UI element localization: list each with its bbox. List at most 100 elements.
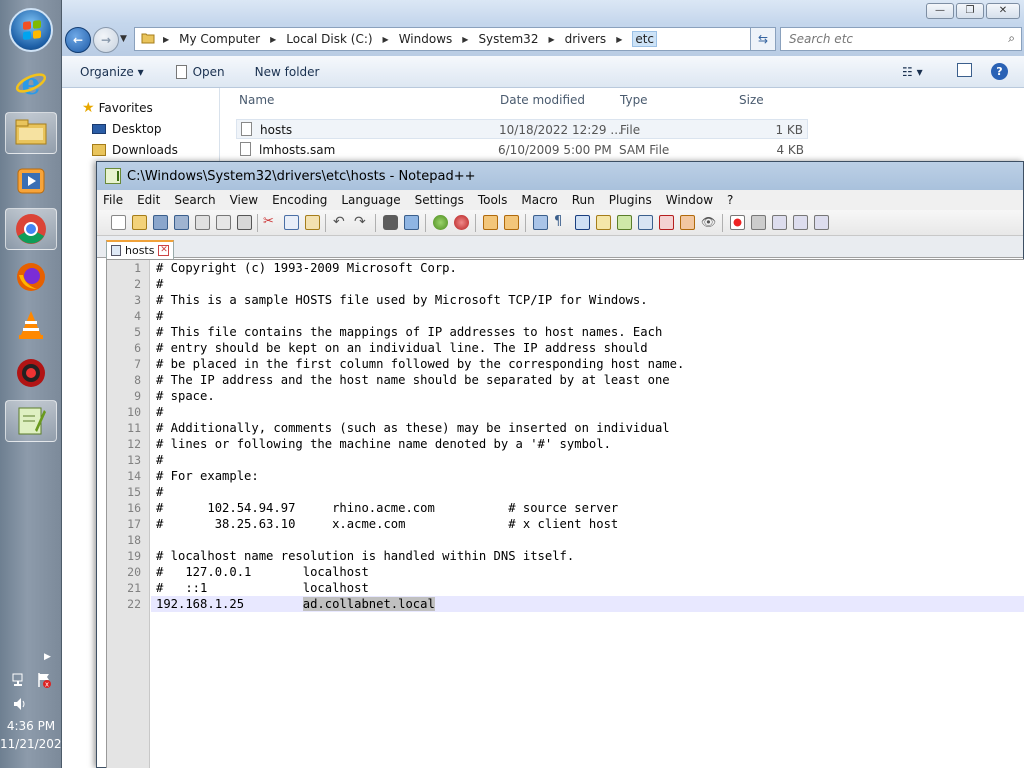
breadcrumb-system32[interactable]: System32	[478, 32, 538, 46]
favorites-header[interactable]: ★ Favorites	[82, 100, 153, 116]
menu-language[interactable]: Language	[341, 193, 400, 207]
folder-as-workspace-icon[interactable]	[680, 215, 695, 230]
close-button[interactable]: ✕	[986, 3, 1020, 19]
menu-encoding[interactable]: Encoding	[272, 193, 327, 207]
column-header-date[interactable]: Date modified	[500, 93, 585, 107]
breadcrumb-drivers[interactable]: drivers	[565, 32, 607, 46]
text-editor[interactable]: 1 2 3 4 5 6 7 8 9 10 11 12 13 14 15 16 17 18 19 20 21 22 # Co…	[106, 259, 1024, 768]
app-red-taskbar-icon[interactable]	[5, 352, 57, 394]
code-line[interactable]: # be placed in the first column followed…	[156, 356, 684, 372]
close-all-icon[interactable]	[216, 215, 231, 230]
maximize-button[interactable]: ❐	[956, 3, 984, 19]
search-input[interactable]: Search etc ⌕	[780, 27, 1022, 51]
code-line[interactable]: #	[156, 308, 163, 324]
breadcrumb-separator-icon[interactable]: ▶	[163, 35, 169, 44]
breadcrumb-separator-icon[interactable]: ▶	[548, 35, 554, 44]
recent-pages-dropdown-icon[interactable]: ▼	[120, 34, 127, 44]
back-button[interactable]: ←	[65, 27, 91, 53]
sync-horizontal-icon[interactable]	[504, 215, 519, 230]
tab-hosts[interactable]: hosts ✕	[106, 240, 175, 259]
network-tray-icon[interactable]	[10, 672, 30, 690]
redo-icon[interactable]: ↷	[354, 215, 369, 230]
media-player-taskbar-icon[interactable]	[5, 160, 57, 202]
code-line[interactable]: # Copyright (c) 1993-2009 Microsoft Corp…	[156, 260, 457, 276]
open-file-icon[interactable]	[132, 215, 147, 230]
stop-macro-icon[interactable]	[751, 215, 766, 230]
column-header-type[interactable]: Type	[620, 93, 648, 107]
menu-help[interactable]: ?	[727, 193, 733, 207]
code-line[interactable]: # ::1 localhost	[156, 580, 369, 596]
code-line[interactable]: # 102.54.94.97 rhino.acme.com # source s…	[156, 500, 618, 516]
find-icon[interactable]	[383, 215, 398, 230]
zoom-in-icon[interactable]	[433, 215, 448, 230]
column-header-size[interactable]: Size	[739, 93, 764, 107]
internet-explorer-taskbar-icon[interactable]: e	[5, 62, 57, 104]
chrome-taskbar-icon[interactable]	[5, 208, 57, 250]
cut-icon[interactable]: ✂	[263, 215, 278, 230]
menu-edit[interactable]: Edit	[137, 193, 160, 207]
breadcrumb-separator-icon[interactable]: ▶	[270, 35, 276, 44]
code-line[interactable]: # The IP address and the host name shoul…	[156, 372, 670, 388]
firefox-taskbar-icon[interactable]	[5, 256, 57, 298]
run-macro-multiple-icon[interactable]	[793, 215, 808, 230]
save-icon[interactable]	[153, 215, 168, 230]
menu-tools[interactable]: Tools	[478, 193, 508, 207]
preview-pane-icon[interactable]	[957, 63, 972, 77]
paste-icon[interactable]	[305, 215, 320, 230]
replace-icon[interactable]	[404, 215, 419, 230]
print-icon[interactable]	[237, 215, 252, 230]
word-wrap-icon[interactable]	[533, 215, 548, 230]
clock-date[interactable]: 11/21/2022	[0, 737, 69, 751]
breadcrumb-etc[interactable]: etc	[632, 31, 658, 47]
start-button[interactable]	[9, 8, 53, 52]
save-all-icon[interactable]	[174, 215, 189, 230]
code-line[interactable]: # This is a sample HOSTS file used by Mi…	[156, 292, 648, 308]
code-line[interactable]: # lines or following the machine name de…	[156, 436, 611, 452]
show-hidden-icons-arrow-icon[interactable]: ▶	[44, 652, 51, 662]
menu-run[interactable]: Run	[572, 193, 595, 207]
code-line[interactable]: # This file contains the mappings of IP …	[156, 324, 662, 340]
menu-file[interactable]: File	[103, 193, 123, 207]
sync-vertical-icon[interactable]	[483, 215, 498, 230]
code-line[interactable]: # For example:	[156, 468, 259, 484]
record-macro-icon[interactable]	[730, 215, 745, 230]
volume-tray-icon[interactable]	[10, 696, 30, 714]
code-line[interactable]: # space.	[156, 388, 215, 404]
code-line[interactable]: #	[156, 452, 163, 468]
user-language-icon[interactable]	[596, 215, 611, 230]
code-line[interactable]: #	[156, 404, 163, 420]
monitoring-icon[interactable]: 👁	[701, 215, 716, 230]
play-macro-icon[interactable]	[772, 215, 787, 230]
copy-icon[interactable]	[284, 215, 299, 230]
menu-search[interactable]: Search	[174, 193, 215, 207]
file-row[interactable]: lmhosts.sam 6/10/2009 5:00 PM SAM File 4…	[236, 140, 808, 160]
breadcrumb-local-disk[interactable]: Local Disk (C:)	[286, 32, 372, 46]
save-macro-icon[interactable]	[814, 215, 829, 230]
code-line[interactable]: #	[156, 484, 163, 500]
function-list-icon[interactable]	[659, 215, 674, 230]
new-folder-button[interactable]: New folder	[255, 65, 320, 79]
undo-icon[interactable]: ↶	[333, 215, 348, 230]
menu-plugins[interactable]: Plugins	[609, 193, 652, 207]
breadcrumb-my-computer[interactable]: My Computer	[179, 32, 260, 46]
search-icon[interactable]: ⌕	[1008, 31, 1015, 46]
breadcrumb-separator-icon[interactable]: ▶	[616, 35, 622, 44]
code-line[interactable]: # 127.0.0.1 localhost	[156, 564, 369, 580]
open-button[interactable]: Open	[175, 64, 225, 79]
breadcrumb-windows[interactable]: Windows	[399, 32, 453, 46]
view-options-icon[interactable]: ☷ ▾	[902, 65, 923, 79]
vlc-taskbar-icon[interactable]	[5, 304, 57, 346]
indent-guide-icon[interactable]	[575, 215, 590, 230]
organize-button[interactable]: Organize ▾	[80, 65, 144, 79]
menu-view[interactable]: View	[230, 193, 258, 207]
refresh-button[interactable]: ⇆	[750, 27, 776, 51]
minimize-button[interactable]: —	[926, 3, 954, 19]
breadcrumb-separator-icon[interactable]: ▶	[462, 35, 468, 44]
help-icon[interactable]: ?	[991, 63, 1008, 80]
selected-text[interactable]: ad.collabnet.local	[302, 597, 435, 611]
file-row[interactable]: hosts 10/18/2022 12:29 ... File 1 KB	[236, 119, 808, 139]
doc-list-icon[interactable]	[638, 215, 653, 230]
column-header-name[interactable]: Name	[239, 93, 274, 107]
code-line[interactable]: # localhost name resolution is handled w…	[156, 548, 574, 564]
code-line[interactable]: # Additionally, comments (such as these)…	[156, 420, 670, 436]
